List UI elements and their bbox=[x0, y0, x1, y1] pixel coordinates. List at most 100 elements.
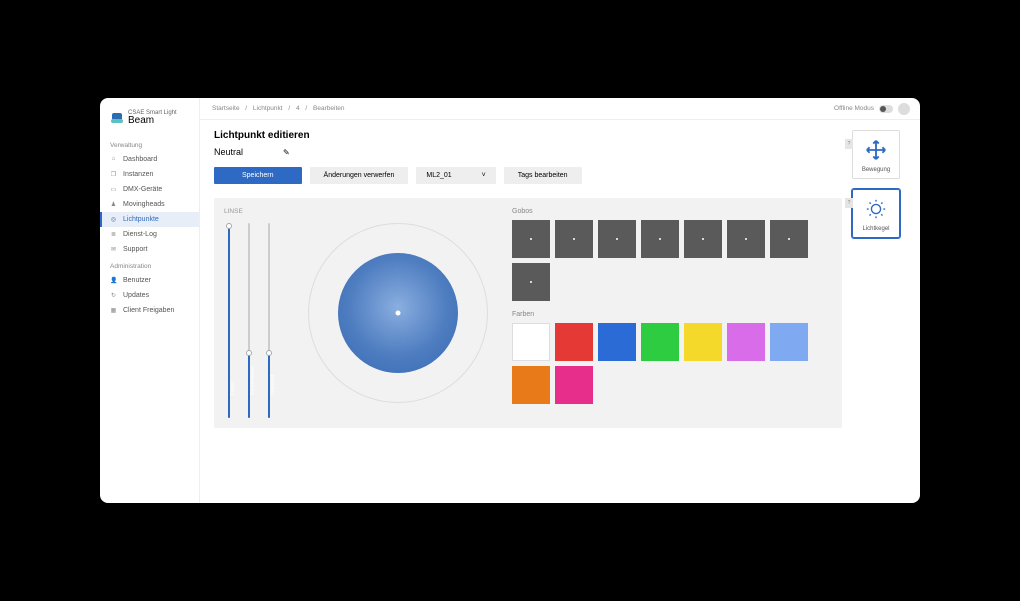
sidebar-item-updates[interactable]: ↻Updates bbox=[100, 288, 199, 303]
gobo-slot[interactable] bbox=[512, 220, 550, 258]
color-swatch[interactable] bbox=[684, 323, 722, 361]
color-swatch[interactable] bbox=[512, 323, 550, 361]
gobo-dot-icon bbox=[702, 238, 704, 240]
slider-label: Intensität bbox=[270, 375, 276, 395]
breadcrumb-seg[interactable]: 4 bbox=[296, 105, 300, 112]
beam-circle[interactable] bbox=[338, 253, 458, 373]
color-swatch[interactable] bbox=[555, 366, 593, 404]
sidebar-item-movingheads[interactable]: ♟Movingheads bbox=[100, 197, 199, 212]
slider-thumb[interactable] bbox=[226, 223, 232, 229]
main: Startseite / Lichtpunkt / 4 / Bearbeiten… bbox=[200, 98, 920, 503]
sidebar-item-dmx[interactable]: ▭DMX-Geräte bbox=[100, 182, 199, 197]
topbar-right: Offline Modus bbox=[834, 103, 910, 115]
avatar[interactable] bbox=[898, 103, 910, 115]
color-swatch[interactable] bbox=[770, 323, 808, 361]
tool-label: Lichtkegel bbox=[862, 226, 889, 232]
move-icon bbox=[865, 139, 887, 163]
tags-button[interactable]: Tags bearbeiten bbox=[504, 167, 582, 184]
gobo-dot-icon bbox=[530, 281, 532, 283]
gobo-dot-icon bbox=[745, 238, 747, 240]
breadcrumb-sep: / bbox=[288, 105, 290, 112]
sidebar-item-label: DMX-Geräte bbox=[123, 186, 162, 193]
pencil-icon[interactable]: ✎ bbox=[283, 148, 290, 157]
breadcrumb-seg: Bearbeiten bbox=[313, 105, 344, 112]
save-button[interactable]: Speichern bbox=[214, 167, 302, 184]
sidebar-item-freigaben[interactable]: ▦Client Freigaben bbox=[100, 303, 199, 318]
gobo-dot-icon bbox=[616, 238, 618, 240]
select-value: ML2_01 bbox=[426, 172, 451, 179]
breadcrumb-sep: / bbox=[305, 105, 307, 112]
drag-handle-icon[interactable]: ? bbox=[845, 139, 853, 149]
content-main: Lichtpunkt editieren Neutral ✎ Speichern… bbox=[214, 130, 842, 493]
button-row: Speichern Änderungen verwerfen ML2_01 ˅ … bbox=[214, 167, 842, 184]
sidebar-item-lichtpunkte[interactable]: ◎ Lichtpunkte bbox=[100, 212, 199, 227]
logo: CSAE Smart Light Beam bbox=[100, 106, 199, 136]
gobo-dot-icon bbox=[788, 238, 790, 240]
sidebar-item-instanzen[interactable]: ❐ Instanzen bbox=[100, 167, 199, 182]
editor-panel: LINSE Fokus bbox=[214, 198, 842, 428]
sidebar-item-dienstlog[interactable]: ≣ Dienst-Log bbox=[100, 227, 199, 242]
device-select[interactable]: ML2_01 ˅ bbox=[416, 167, 495, 184]
lightpoint-name: Neutral bbox=[214, 147, 243, 157]
tool-label: Bewegung bbox=[862, 167, 890, 173]
offline-toggle[interactable] bbox=[879, 105, 893, 113]
sidebar-item-support[interactable]: ✉ Support bbox=[100, 242, 199, 257]
tool-bewegung[interactable]: ? Bewegung bbox=[852, 130, 900, 179]
breadcrumb-seg[interactable]: Startseite bbox=[212, 105, 239, 112]
point-icon: ◎ bbox=[110, 216, 117, 223]
logo-icon bbox=[110, 111, 124, 125]
breadcrumb-seg[interactable]: Lichtpunkt bbox=[253, 105, 283, 112]
beam-preview bbox=[298, 208, 498, 418]
user-icon: 👤 bbox=[110, 277, 117, 284]
support-icon: ✉ bbox=[110, 246, 117, 253]
name-row: Neutral ✎ bbox=[214, 147, 842, 157]
gobo-dot-icon bbox=[530, 238, 532, 240]
gobo-slot[interactable] bbox=[555, 220, 593, 258]
gobo-slot[interactable] bbox=[512, 263, 550, 301]
logo-title: Beam bbox=[128, 116, 177, 126]
head-icon: ♟ bbox=[110, 201, 117, 208]
sidebar-item-label: Instanzen bbox=[123, 171, 153, 178]
gobo-slot[interactable] bbox=[684, 220, 722, 258]
copy-icon: ❐ bbox=[110, 171, 117, 178]
topbar: Startseite / Lichtpunkt / 4 / Bearbeiten… bbox=[200, 98, 920, 120]
color-swatch[interactable] bbox=[641, 323, 679, 361]
sun-icon bbox=[865, 198, 887, 222]
drag-handle-icon[interactable]: ? bbox=[845, 198, 853, 208]
sidebar-item-dashboard[interactable]: ⌂Dashboard bbox=[100, 152, 199, 167]
slider-durchmesser[interactable]: Durchmesser bbox=[244, 223, 254, 418]
slider-thumb[interactable] bbox=[246, 350, 252, 356]
color-swatch[interactable] bbox=[512, 366, 550, 404]
gobo-slot[interactable] bbox=[770, 220, 808, 258]
content: Lichtpunkt editieren Neutral ✎ Speichern… bbox=[200, 120, 920, 503]
log-icon: ≣ bbox=[110, 231, 117, 238]
side-tools: ? Bewegung ? Lichtkegel bbox=[852, 130, 906, 493]
sidebar-item-label: Lichtpunkte bbox=[123, 216, 159, 223]
sidebar-item-benutzer[interactable]: 👤Benutzer bbox=[100, 273, 199, 288]
slider-intensitaet[interactable]: Intensität bbox=[264, 223, 274, 418]
sidebar-item-label: Support bbox=[123, 246, 148, 253]
logo-text: CSAE Smart Light Beam bbox=[128, 110, 177, 126]
section-admin: Administration bbox=[100, 257, 199, 273]
offline-label: Offline Modus bbox=[834, 105, 874, 112]
gobo-slot[interactable] bbox=[641, 220, 679, 258]
page-title: Lichtpunkt editieren bbox=[214, 130, 842, 141]
gobo-grid bbox=[512, 220, 832, 301]
color-swatch[interactable] bbox=[727, 323, 765, 361]
slider-fokus[interactable]: Fokus bbox=[224, 223, 234, 418]
tool-lichtkegel[interactable]: ? Lichtkegel bbox=[852, 189, 900, 238]
sidebar: CSAE Smart Light Beam Verwaltung ⌂Dashbo… bbox=[100, 98, 200, 503]
sliders: Fokus Durchmesser bbox=[224, 223, 284, 418]
slider-thumb[interactable] bbox=[266, 350, 272, 356]
sidebar-item-label: Dienst-Log bbox=[123, 231, 157, 238]
color-swatch[interactable] bbox=[555, 323, 593, 361]
slider-label: Fokus bbox=[230, 381, 236, 395]
beam-ring[interactable] bbox=[308, 223, 488, 403]
gobos-label: Gobos bbox=[512, 208, 832, 215]
color-swatch[interactable] bbox=[598, 323, 636, 361]
home-icon: ⌂ bbox=[110, 156, 117, 163]
gobo-slot[interactable] bbox=[598, 220, 636, 258]
gobos-colors: Gobos Farben bbox=[512, 208, 832, 418]
discard-button[interactable]: Änderungen verwerfen bbox=[310, 167, 409, 184]
gobo-slot[interactable] bbox=[727, 220, 765, 258]
